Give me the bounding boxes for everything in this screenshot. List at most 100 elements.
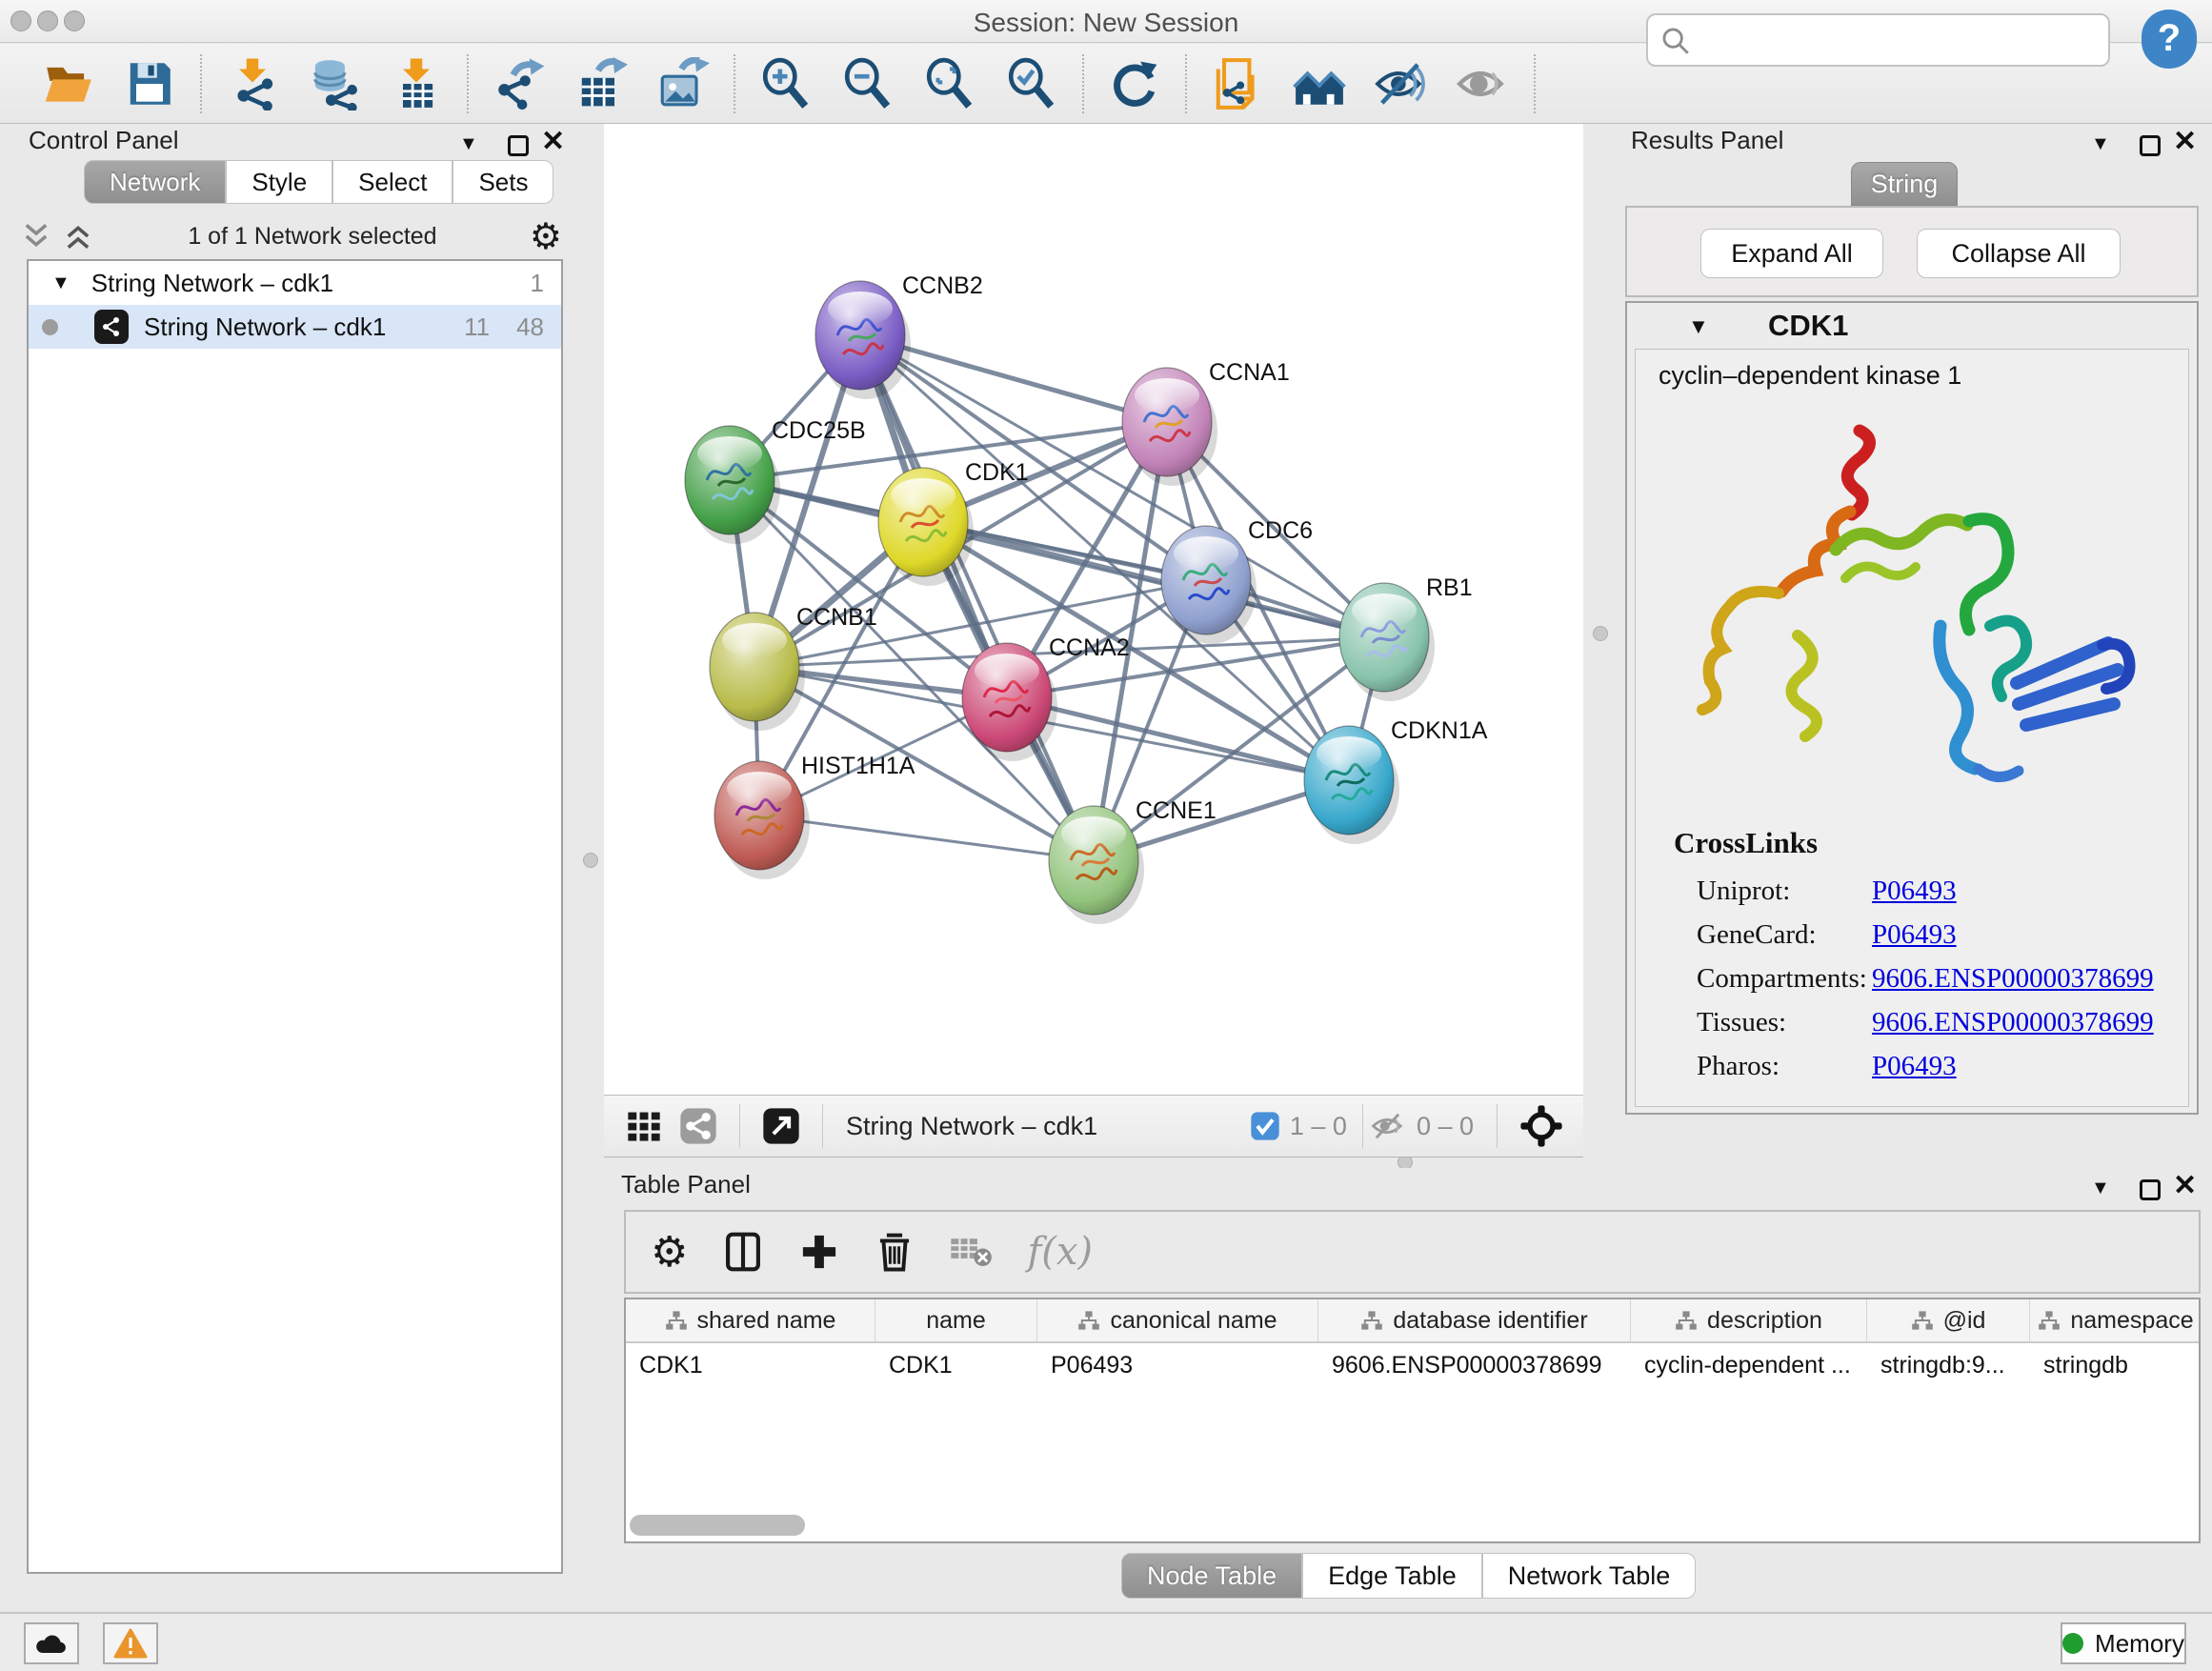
tab-sets[interactable]: Sets <box>452 160 553 204</box>
birdseye-view-icon[interactable] <box>761 1106 801 1146</box>
show-columns-icon[interactable] <box>722 1231 764 1273</box>
results-panel-close-button[interactable]: ✕ <box>2173 126 2197 158</box>
selected-checkbox[interactable] <box>1250 1111 1280 1141</box>
network-node-cdc25b[interactable]: CDC25B <box>685 417 866 544</box>
cdk1-collapse-icon[interactable]: ▼ <box>1688 314 1709 339</box>
pan-crosshair-icon[interactable] <box>1518 1103 1564 1149</box>
expand-all-button[interactable]: Expand All <box>1700 229 1883 278</box>
share-network-icon[interactable] <box>678 1106 718 1146</box>
cloud-button[interactable] <box>24 1622 79 1664</box>
export-table-icon[interactable] <box>572 54 631 113</box>
cdk1-section-header[interactable]: ▼ CDK1 <box>1627 303 2197 349</box>
left-splitter-handle[interactable] <box>583 853 598 868</box>
table-cell[interactable]: P06493 <box>1037 1343 1318 1387</box>
hide-selected-icon[interactable] <box>1372 54 1431 113</box>
collapse-all-icon[interactable] <box>19 221 53 252</box>
crosslink-link[interactable]: P06493 <box>1872 919 1957 951</box>
network-options-gear-icon[interactable]: ⚙ <box>530 215 562 258</box>
table-cell[interactable]: stringdb <box>2030 1343 2201 1387</box>
collection-label: String Network – cdk1 <box>91 269 333 298</box>
control-panel-close-button[interactable]: ✕ <box>541 126 565 158</box>
show-all-icon[interactable] <box>1454 54 1513 113</box>
tab-string[interactable]: String <box>1851 162 1958 206</box>
table-cell[interactable]: CDK1 <box>875 1343 1037 1387</box>
first-neighbors-icon[interactable] <box>1290 54 1349 113</box>
control-panel-float-button[interactable] <box>508 130 529 162</box>
network-node-cdkn1a[interactable]: CDKN1A <box>1304 717 1488 844</box>
crosslink-link[interactable]: 9606.ENSP00000378699 <box>1872 1007 2154 1038</box>
protein-structure-image <box>1655 407 2169 816</box>
column-header-namespace[interactable]: namespace <box>2030 1299 2201 1341</box>
hidden-count: 0 – 0 <box>1417 1112 1474 1141</box>
export-image-icon[interactable] <box>654 54 713 113</box>
network-view-canvas[interactable]: CCNB2CCNA1CDC25BCDK1CDC6RB1CCNB1CCNA2CDK… <box>604 124 1583 1095</box>
column-header-description[interactable]: description <box>1631 1299 1867 1341</box>
network-node-rb1[interactable]: RB1 <box>1339 574 1473 701</box>
warning-button[interactable] <box>103 1622 158 1664</box>
right-splitter-handle[interactable] <box>1593 626 1608 641</box>
tab-network-table[interactable]: Network Table <box>1482 1553 1697 1599</box>
table-cell[interactable]: stringdb:9... <box>1867 1343 2030 1387</box>
table-settings-gear-icon[interactable]: ⚙ <box>651 1228 688 1277</box>
export-network-icon[interactable] <box>490 54 549 113</box>
network-row-selected[interactable]: String Network – cdk1 11 48 <box>29 305 561 349</box>
crosslink-link[interactable]: P06493 <box>1872 876 1957 907</box>
table-horizontal-scrollbar[interactable] <box>630 1515 805 1536</box>
crosslink-link[interactable]: 9606.ENSP00000378699 <box>1872 963 2154 995</box>
save-session-icon[interactable] <box>120 54 179 113</box>
import-network-icon[interactable] <box>223 54 282 113</box>
network-node-cdk1[interactable]: CDK1 <box>878 459 1029 586</box>
collapse-all-button[interactable]: Collapse All <box>1917 229 2121 278</box>
column-header-canonical-name[interactable]: canonical name <box>1037 1299 1318 1341</box>
column-header-shared-name[interactable]: shared name <box>626 1299 875 1341</box>
help-button[interactable]: ? <box>2142 10 2197 69</box>
tab-select[interactable]: Select <box>332 160 452 204</box>
network-node-ccnb1[interactable]: CCNB1 <box>710 604 877 731</box>
tab-edge-table[interactable]: Edge Table <box>1302 1553 1482 1599</box>
table-cell[interactable]: CDK1 <box>626 1343 875 1387</box>
results-panel-float-button[interactable] <box>2140 130 2161 162</box>
tab-node-table[interactable]: Node Table <box>1121 1553 1302 1599</box>
table-panel-float-button[interactable] <box>2140 1174 2161 1206</box>
network-node-cdc6[interactable]: CDC6 <box>1161 517 1313 644</box>
zoom-fit-content-icon[interactable] <box>920 54 979 113</box>
add-column-icon[interactable] <box>798 1231 840 1273</box>
delete-column-icon[interactable] <box>875 1231 915 1273</box>
open-session-icon[interactable] <box>38 54 97 113</box>
collection-collapse-icon[interactable]: ▼ <box>51 272 70 294</box>
refresh-icon[interactable] <box>1105 54 1164 113</box>
import-table-icon[interactable] <box>387 54 446 113</box>
search-field-wrap <box>1646 13 2110 67</box>
network-edge-count: 48 <box>516 312 544 342</box>
expand-all-icon[interactable] <box>61 221 95 252</box>
network-node-ccne1[interactable]: CCNE1 <box>1049 797 1217 924</box>
zoom-out-icon[interactable] <box>838 54 897 113</box>
network-node-hist1h1a[interactable]: HIST1H1A <box>714 753 915 879</box>
network-collection-row[interactable]: ▼ String Network – cdk1 1 <box>29 261 561 305</box>
column-header-name[interactable]: name <box>875 1299 1037 1341</box>
crosslink-row: Tissues:9606.ENSP00000378699 <box>1697 1007 2173 1051</box>
column-header-database-identifier[interactable]: database identifier <box>1318 1299 1631 1341</box>
zoom-selected-icon[interactable] <box>1002 54 1061 113</box>
table-panel-menu-button[interactable]: ▼ <box>2091 1172 2110 1204</box>
results-panel-menu-button[interactable]: ▼ <box>2091 128 2110 160</box>
network-node-ccnb2[interactable]: CCNB2 <box>815 272 983 399</box>
table-cell[interactable]: cyclin-dependent ... <box>1631 1343 1867 1387</box>
memory-button[interactable]: Memory <box>2061 1622 2186 1664</box>
duplicate-network-icon[interactable] <box>1208 54 1267 113</box>
crosslink-label: Pharos: <box>1697 1051 1780 1082</box>
import-network-from-database-icon[interactable] <box>305 54 364 113</box>
view-grid-icon[interactable] <box>625 1107 663 1145</box>
table-cell[interactable]: 9606.ENSP00000378699 <box>1318 1343 1631 1387</box>
crosslink-link[interactable]: P06493 <box>1872 1051 1957 1082</box>
table-panel-close-button[interactable]: ✕ <box>2173 1170 2197 1202</box>
search-input[interactable] <box>1646 13 2110 67</box>
tab-network[interactable]: Network <box>84 160 226 204</box>
control-panel-menu-button[interactable]: ▼ <box>459 128 478 160</box>
node-table-row[interactable]: CDK1CDK1P064939606.ENSP00000378699cyclin… <box>626 1343 2199 1387</box>
network-node-ccna1[interactable]: CCNA1 <box>1122 359 1290 486</box>
tab-style[interactable]: Style <box>226 160 332 204</box>
column-header--id[interactable]: @id <box>1867 1299 2030 1341</box>
zoom-in-icon[interactable] <box>756 54 815 113</box>
network-edge[interactable] <box>860 335 1094 860</box>
